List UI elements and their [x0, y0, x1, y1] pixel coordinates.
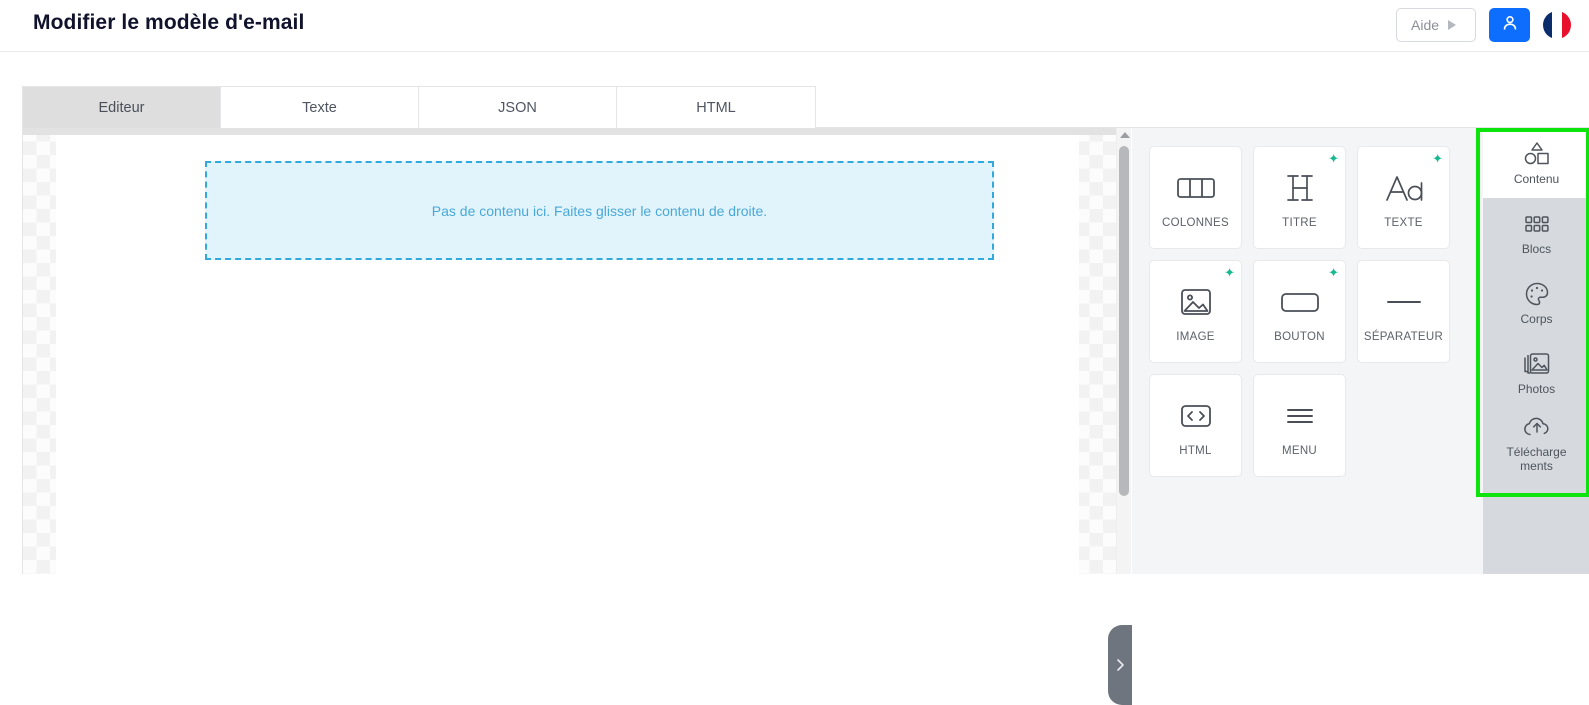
- ai-sparkle-icon: ✦: [1224, 265, 1235, 280]
- image-icon: [1178, 280, 1214, 324]
- sidebar-item-telechargements-label: Télécharge ments: [1506, 444, 1567, 473]
- cloud-upload-icon: [1522, 413, 1552, 441]
- page-title: Modifier le modèle d'e-mail: [33, 11, 305, 34]
- heading-h-icon: [1282, 166, 1318, 210]
- tile-titre[interactable]: ✦ TITRE: [1253, 146, 1346, 249]
- tile-colonnes-label: COLONNES: [1162, 217, 1229, 229]
- tile-texte-label: TEXTE: [1384, 217, 1423, 229]
- sidebar-item-contenu-label: Contenu: [1513, 171, 1560, 186]
- tile-menu-label: MENU: [1281, 445, 1318, 457]
- shapes-icon: [1522, 140, 1552, 168]
- header-actions: Aide: [1396, 8, 1571, 42]
- tab-texte[interactable]: Texte: [221, 87, 419, 128]
- sidebar-item-corps-label: Corps: [1520, 311, 1553, 326]
- code-brackets-icon: [1178, 394, 1214, 438]
- flag-stripe-blue: [1543, 11, 1553, 39]
- sidebar-item-photos[interactable]: Photos: [1483, 338, 1589, 408]
- tile-texte[interactable]: ✦ TEXTE: [1357, 146, 1450, 249]
- tile-separateur[interactable]: SÉPARATEUR: [1357, 260, 1450, 363]
- grid-dots-icon: [1523, 210, 1551, 238]
- tab-json[interactable]: JSON: [419, 87, 617, 128]
- sidebar-item-blocs-label: Blocs: [1521, 241, 1552, 256]
- dropzone-text: Pas de contenu ici. Faites glisser le co…: [431, 202, 768, 219]
- chevron-right-icon: [1114, 657, 1127, 673]
- tile-colonnes[interactable]: COLONNES: [1149, 146, 1242, 249]
- email-body[interactable]: Pas de contenu ici. Faites glisser le co…: [56, 135, 1079, 574]
- french-flag-icon[interactable]: [1543, 11, 1571, 39]
- text-aa-icon: [1382, 166, 1426, 210]
- editor-tabs: Editeur Texte JSON HTML: [22, 86, 816, 128]
- tile-html[interactable]: HTML: [1149, 374, 1242, 477]
- tab-html-label: HTML: [696, 99, 736, 116]
- help-button[interactable]: Aide: [1396, 8, 1476, 42]
- tile-bouton-label: BOUTON: [1274, 331, 1325, 343]
- tab-json-label: JSON: [498, 99, 537, 116]
- ai-sparkle-icon: ✦: [1328, 151, 1339, 166]
- hamburger-menu-icon: [1282, 394, 1318, 438]
- sidebar-item-blocs[interactable]: Blocs: [1483, 198, 1589, 268]
- photos-stack-icon: [1522, 350, 1552, 378]
- ai-sparkle-icon: ✦: [1432, 151, 1443, 166]
- tab-html[interactable]: HTML: [617, 87, 815, 128]
- tile-menu[interactable]: MENU: [1253, 374, 1346, 477]
- tab-editeur[interactable]: Editeur: [23, 87, 221, 128]
- sidebar-item-photos-label: Photos: [1517, 381, 1556, 396]
- caret-up-icon[interactable]: [1120, 132, 1130, 138]
- tile-titre-label: TITRE: [1282, 217, 1317, 229]
- editor-area: Pas de contenu ici. Faites glisser le co…: [22, 128, 1589, 705]
- editor-side-nav: Contenu Blocs Corps Photos Télécharge me…: [1483, 128, 1589, 574]
- tile-image[interactable]: ✦ IMAGE: [1149, 260, 1242, 363]
- sidebar-item-contenu[interactable]: Contenu: [1483, 128, 1589, 198]
- email-canvas[interactable]: Pas de contenu ici. Faites glisser le co…: [23, 128, 1131, 574]
- content-tiles-grid: COLONNES ✦ TITRE ✦ TEXTE ✦ IMAGE ✦ BOUTO…: [1149, 146, 1469, 477]
- tab-texte-label: Texte: [302, 99, 337, 116]
- ai-sparkle-icon: ✦: [1328, 265, 1339, 280]
- sidebar-item-corps[interactable]: Corps: [1483, 268, 1589, 338]
- divider-line-icon: [1383, 280, 1425, 324]
- tile-image-label: IMAGE: [1176, 331, 1215, 343]
- scrollbar-thumb[interactable]: [1119, 146, 1129, 496]
- flag-stripe-red: [1561, 11, 1571, 39]
- button-icon: [1279, 280, 1321, 324]
- tile-separateur-label: SÉPARATEUR: [1363, 331, 1444, 343]
- canvas-top-bar: [23, 128, 1131, 135]
- content-tiles-panel: COLONNES ✦ TITRE ✦ TEXTE ✦ IMAGE ✦ BOUTO…: [1132, 128, 1483, 574]
- user-avatar-icon: [1500, 13, 1520, 38]
- tile-html-label: HTML: [1179, 445, 1212, 457]
- tab-editeur-label: Editeur: [98, 99, 145, 116]
- palette-icon: [1524, 280, 1550, 308]
- panel-collapse-handle[interactable]: [1108, 625, 1132, 705]
- flag-stripe-white: [1552, 11, 1562, 39]
- content-dropzone[interactable]: Pas de contenu ici. Faites glisser le co…: [205, 161, 994, 260]
- canvas-scrollbar[interactable]: [1116, 128, 1131, 574]
- help-button-label: Aide: [1411, 17, 1440, 33]
- columns-icon: [1176, 166, 1216, 210]
- sidebar-item-telechargements[interactable]: Télécharge ments: [1483, 408, 1589, 478]
- app-header: Modifier le modèle d'e-mail Aide: [0, 0, 1589, 52]
- user-account-button[interactable]: [1489, 8, 1530, 42]
- tile-bouton[interactable]: ✦ BOUTON: [1253, 260, 1346, 363]
- play-triangle-icon: [1448, 20, 1457, 30]
